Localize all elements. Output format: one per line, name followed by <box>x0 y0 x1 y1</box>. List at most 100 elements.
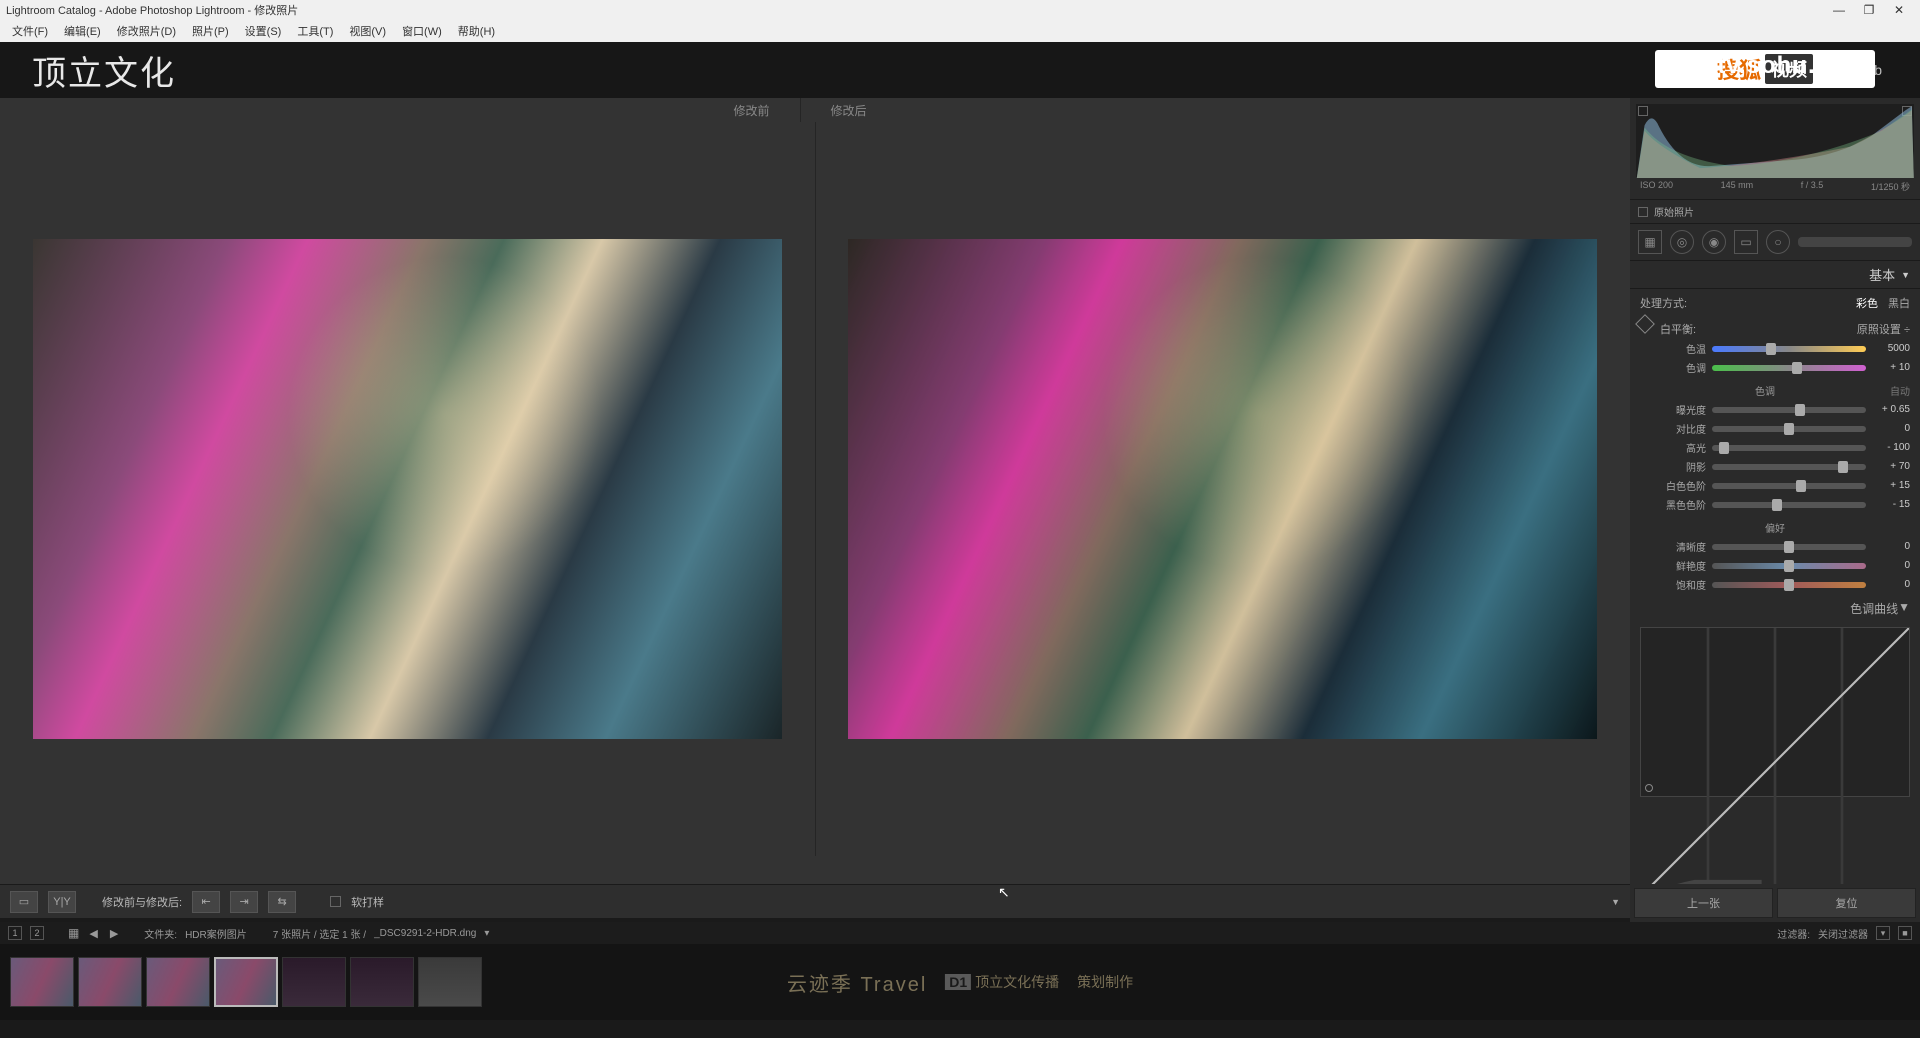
radial-tool-icon[interactable]: ○ <box>1766 230 1790 254</box>
softproof-checkbox[interactable] <box>330 896 341 907</box>
slider-track[interactable] <box>1712 346 1866 352</box>
nav-fwd-icon[interactable]: ▶ <box>108 927 120 940</box>
slider-曝光度[interactable]: 曝光度+ 0.65 <box>1630 400 1920 419</box>
thumbnail-selected[interactable] <box>214 957 278 1007</box>
slider-knob-icon[interactable] <box>1719 442 1729 454</box>
toolbar-more-icon[interactable]: ▼ <box>1611 897 1620 907</box>
current-filename[interactable]: _DSC9291-2-HDR.dng <box>374 928 476 939</box>
slider-track[interactable] <box>1712 544 1866 550</box>
slider-value[interactable]: + 0.65 <box>1872 404 1910 415</box>
thumbnail[interactable] <box>282 957 346 1007</box>
slider-阴影[interactable]: 阴影+ 70 <box>1630 457 1920 476</box>
menu-edit[interactable]: 编辑(E) <box>56 23 109 39</box>
graduated-tool-icon[interactable]: ▭ <box>1734 230 1758 254</box>
slider-白色色阶[interactable]: 白色色阶+ 15 <box>1630 476 1920 495</box>
slider-高光[interactable]: 高光- 100 <box>1630 438 1920 457</box>
slider-value[interactable]: 0 <box>1872 423 1910 434</box>
filter-lock-icon[interactable]: ▾ <box>1876 926 1890 940</box>
menu-window[interactable]: 窗口(W) <box>394 23 450 39</box>
slider-knob-icon[interactable] <box>1784 423 1794 435</box>
tone-curve-graph[interactable] <box>1640 627 1910 797</box>
slider-knob-icon[interactable] <box>1766 343 1776 355</box>
before-after-button[interactable]: Y|Y <box>48 891 76 913</box>
slider-value[interactable]: - 15 <box>1872 499 1910 510</box>
slider-track[interactable] <box>1712 426 1866 432</box>
crop-tool-icon[interactable]: ▦ <box>1638 230 1662 254</box>
slider-对比度[interactable]: 对比度0 <box>1630 419 1920 438</box>
spot-tool-icon[interactable]: ◎ <box>1670 230 1694 254</box>
slider-track[interactable] <box>1712 365 1866 371</box>
curve-point-icon[interactable] <box>1645 784 1653 792</box>
slider-色调[interactable]: 色调+ 10 <box>1630 358 1920 377</box>
slider-value[interactable]: 0 <box>1872 541 1910 552</box>
slider-清晰度[interactable]: 清晰度0 <box>1630 537 1920 556</box>
slider-track[interactable] <box>1712 483 1866 489</box>
filter-value[interactable]: 关闭过滤器 <box>1818 926 1868 941</box>
slider-knob-icon[interactable] <box>1792 362 1802 374</box>
thumbnail[interactable] <box>10 957 74 1007</box>
treatment-color[interactable]: 彩色 <box>1856 295 1878 311</box>
slider-knob-icon[interactable] <box>1784 560 1794 572</box>
slider-色温[interactable]: 色温5000 <box>1630 339 1920 358</box>
grid-view-icon[interactable]: ▦ <box>68 926 79 940</box>
slider-黑色色阶[interactable]: 黑色色阶- 15 <box>1630 495 1920 514</box>
slider-track[interactable] <box>1712 464 1866 470</box>
previous-button[interactable]: 上一张 <box>1634 888 1773 918</box>
basic-panel-header[interactable]: 基本▼ <box>1630 261 1920 289</box>
slider-value[interactable]: + 70 <box>1872 461 1910 472</box>
histogram[interactable] <box>1636 104 1914 178</box>
folder-name[interactable]: HDR案例图片 <box>185 926 247 941</box>
menu-settings[interactable]: 设置(S) <box>237 23 290 39</box>
loupe-view-button[interactable]: ▭ <box>10 891 38 913</box>
filmstrip[interactable]: 云迹季 Travel D1 顶立文化传播 策划制作 <box>0 944 1920 1020</box>
slider-value[interactable]: 5000 <box>1872 343 1910 354</box>
slider-value[interactable]: - 100 <box>1872 442 1910 453</box>
identity-plate[interactable]: 顶立文化 <box>32 46 176 95</box>
minimize-button[interactable]: — <box>1824 3 1854 17</box>
ba-layout-1-icon[interactable]: ⇤ <box>192 891 220 913</box>
thumbnail[interactable] <box>350 957 414 1007</box>
slider-knob-icon[interactable] <box>1838 461 1848 473</box>
slider-knob-icon[interactable] <box>1784 579 1794 591</box>
close-button[interactable]: ✕ <box>1884 3 1914 17</box>
filename-dropdown-icon[interactable]: ▾ <box>484 928 489 939</box>
monitor-2-button[interactable]: 2 <box>30 926 44 940</box>
menu-view[interactable]: 视图(V) <box>341 23 394 39</box>
maximize-button[interactable]: ❐ <box>1854 3 1884 17</box>
slider-track[interactable] <box>1712 563 1866 569</box>
slider-knob-icon[interactable] <box>1772 499 1782 511</box>
menu-help[interactable]: 帮助(H) <box>450 23 503 39</box>
slider-knob-icon[interactable] <box>1795 404 1805 416</box>
brush-tool-slider[interactable] <box>1798 237 1912 247</box>
slider-value[interactable]: + 10 <box>1872 362 1910 373</box>
slider-knob-icon[interactable] <box>1796 480 1806 492</box>
menu-tools[interactable]: 工具(T) <box>289 23 341 39</box>
after-image-cell[interactable] <box>816 122 1631 856</box>
monitor-1-button[interactable]: 1 <box>8 926 22 940</box>
original-photo-row[interactable]: 原始照片 <box>1630 200 1920 224</box>
histogram-panel[interactable]: ISO 200 145 mm f / 3.5 1/1250 秒 <box>1630 98 1920 200</box>
redeye-tool-icon[interactable]: ◉ <box>1702 230 1726 254</box>
slider-knob-icon[interactable] <box>1784 541 1794 553</box>
slider-鲜艳度[interactable]: 鲜艳度0 <box>1630 556 1920 575</box>
slider-value[interactable]: + 15 <box>1872 480 1910 491</box>
treatment-bw[interactable]: 黑白 <box>1888 295 1910 311</box>
thumbnail[interactable] <box>418 957 482 1007</box>
checkbox-icon[interactable] <box>1638 207 1648 217</box>
wb-preset-dropdown[interactable]: 原照设置 ÷ <box>1857 321 1910 337</box>
slider-track[interactable] <box>1712 582 1866 588</box>
menu-develop[interactable]: 修改照片(D) <box>109 23 184 39</box>
slider-value[interactable]: 0 <box>1872 560 1910 571</box>
slider-track[interactable] <box>1712 445 1866 451</box>
slider-track[interactable] <box>1712 407 1866 413</box>
menu-file[interactable]: 文件(F) <box>4 23 56 39</box>
filter-switch-icon[interactable]: ■ <box>1898 926 1912 940</box>
nav-back-icon[interactable]: ◀ <box>87 927 99 940</box>
slider-track[interactable] <box>1712 502 1866 508</box>
ba-layout-2-icon[interactable]: ⇥ <box>230 891 258 913</box>
ba-swap-icon[interactable]: ⇆ <box>268 891 296 913</box>
slider-value[interactable]: 0 <box>1872 579 1910 590</box>
tonecurve-panel-header[interactable]: 色调曲线 ▼ <box>1630 594 1920 623</box>
thumbnail[interactable] <box>146 957 210 1007</box>
before-image-cell[interactable] <box>0 122 816 856</box>
